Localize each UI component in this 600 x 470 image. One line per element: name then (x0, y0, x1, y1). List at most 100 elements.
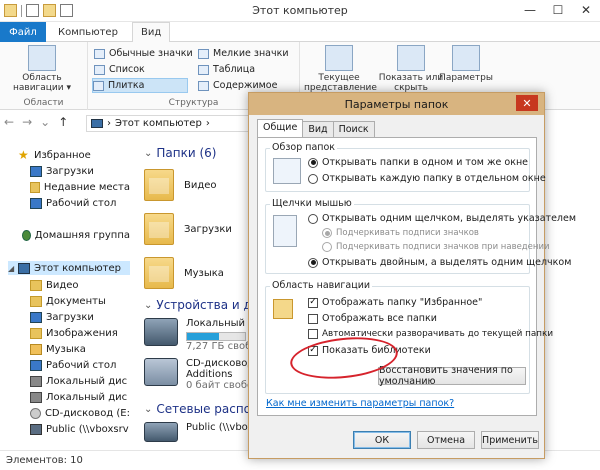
checkbox-auto-expand[interactable]: Автоматически разворачивать до текущей п… (308, 329, 553, 339)
radio-button[interactable] (308, 173, 318, 184)
ok-button[interactable]: ОК (353, 431, 411, 449)
nav-arrows: ← → ⌄ ↑ (4, 115, 68, 129)
video-folder-icon (144, 169, 174, 201)
radio-double-click[interactable]: Открывать двойным, а выделять одним щелч… (308, 257, 571, 268)
title-bar: Этот компьютер — ☐ ✕ (0, 0, 600, 22)
tab-search[interactable]: Поиск (332, 121, 375, 137)
tab-view-options[interactable]: Вид (302, 121, 334, 137)
show-hide-icon (397, 45, 425, 71)
ribbon-group-areas: Область навигации ▾ Области (0, 42, 88, 110)
address-input[interactable]: › Этот компьютер › (86, 115, 250, 132)
group-label-areas: Области (23, 98, 64, 108)
small-icons-icon (198, 48, 209, 59)
checkbox-show-all-folders[interactable]: Отображать все папки (308, 313, 437, 324)
nav-item-public-share[interactable]: Public (\\vboxsrv (30, 422, 130, 436)
radio-button (322, 228, 332, 238)
section-folders-header[interactable]: ⌄ Папки (6) (144, 146, 216, 160)
radio-new-window[interactable]: Открывать каждую папку в отдельном окне (308, 173, 546, 184)
cancel-button[interactable]: Отмена (417, 431, 475, 449)
star-icon: ★ (18, 148, 29, 162)
video-folder-icon (30, 279, 42, 291)
minimize-button[interactable]: — (516, 0, 544, 20)
drive-tile-cd[interactable]: CD-дисковод Additions 0 байт свобо (144, 358, 254, 391)
close-button[interactable]: ✕ (572, 0, 600, 20)
general-tab-panel: Обзор папок Открывать папки в одном и то… (257, 137, 576, 416)
checkbox[interactable] (308, 329, 318, 339)
checkbox[interactable]: ✓ (308, 297, 318, 308)
current-view-button[interactable]: Текущее представление (304, 45, 377, 93)
layout-large-icons[interactable]: Обычные значки (94, 46, 193, 61)
folder-options-dialog: Параметры папок ✕ Общие Вид Поиск Обзор … (248, 92, 576, 459)
radio-button (322, 242, 332, 252)
back-arrow-icon[interactable]: ← (4, 115, 14, 129)
this-pc-icon (18, 262, 31, 274)
nav-item-local-disk-c[interactable]: Локальный дис (30, 374, 130, 388)
expand-arrow-icon[interactable]: ◢ (8, 264, 14, 273)
up-arrow-icon[interactable]: ↑ (58, 115, 68, 129)
ribbon-tab-row: Файл Компьютер Вид (0, 22, 600, 43)
dialog-tabs: Общие Вид Поиск (257, 119, 375, 137)
collapse-chevron-icon[interactable]: ⌄ (144, 300, 152, 311)
nav-area-button[interactable]: Область навигации ▾ (10, 45, 74, 93)
large-icons-icon (94, 48, 105, 59)
downloads-icon (30, 165, 42, 177)
downloads-folder-icon (30, 311, 42, 323)
radio-button[interactable] (308, 257, 318, 268)
homegroup-icon (22, 229, 31, 241)
checkbox[interactable]: ✓ (308, 345, 318, 356)
local-disk-icon (30, 375, 42, 387)
checkbox[interactable] (308, 313, 318, 324)
options-button[interactable]: Параметры (434, 45, 498, 83)
navigation-pane: ★ Избранное Загрузки Недавние места Рабоч… (0, 140, 130, 450)
tab-general[interactable]: Общие (257, 119, 304, 137)
collapse-chevron-icon[interactable]: ⌄ (144, 404, 152, 415)
drive-usage-bar (186, 332, 246, 341)
nav-this-pc[interactable]: ◢ Этот компьютер (8, 261, 130, 275)
dialog-title: Параметры папок (344, 98, 449, 111)
cd-drive-icon (30, 407, 41, 419)
recent-chevron-icon[interactable]: ⌄ (40, 115, 50, 129)
radio-same-window[interactable]: Открывать папки в одном и том же окне (308, 157, 528, 168)
drive-label: Additions (186, 369, 233, 380)
details-icon (198, 64, 209, 75)
radio-button[interactable] (308, 213, 318, 224)
desktop-icon (30, 197, 42, 209)
cd-drive-icon (144, 358, 178, 386)
mouse-clicks-group: Щелчки мышью Открывать одним щелчком, вы… (265, 198, 576, 274)
window-title: Этот компьютер (252, 4, 348, 17)
tab-file[interactable]: Файл (0, 22, 46, 42)
dialog-close-button[interactable]: ✕ (516, 95, 538, 111)
nav-pane-icon (28, 45, 56, 71)
radio-button[interactable] (308, 157, 318, 168)
help-link[interactable]: Как мне изменить параметры папок? (266, 398, 454, 409)
pictures-folder-icon (30, 327, 42, 339)
tab-computer[interactable]: Компьютер (50, 22, 126, 42)
downloads-folder-icon (144, 213, 174, 245)
collapse-chevron-icon[interactable]: ⌄ (144, 148, 152, 159)
radio-single-click[interactable]: Открывать одним щелчком, выделять указат… (308, 213, 576, 224)
window-controls: — ☐ ✕ (516, 0, 600, 20)
restore-defaults-button[interactable]: Восстановить значения по умолчанию (378, 365, 526, 387)
layout-details[interactable]: Таблица (198, 62, 255, 77)
forward-arrow-icon[interactable]: → (22, 115, 32, 129)
address-chevron-end: › (205, 118, 210, 129)
drive-free-space: 0 байт свобо (186, 380, 254, 391)
nav-item-recent[interactable]: Недавние места (30, 180, 130, 194)
address-path: Этот компьютер (115, 118, 202, 129)
checkbox-show-libraries[interactable]: ✓ Показать библиотеки (308, 345, 431, 356)
nav-item-local-disk-d[interactable]: Локальный дис (30, 390, 130, 404)
maximize-button[interactable]: ☐ (544, 0, 572, 20)
drive-name: CD-дисковод (186, 358, 255, 369)
checkbox-show-favorites[interactable]: ✓ Отображать папку "Избранное" (308, 297, 482, 308)
layout-tiles[interactable]: Плитка (92, 78, 188, 93)
apply-button[interactable]: Применить (481, 431, 539, 449)
nav-homegroup[interactable]: Домашняя группа (22, 228, 130, 242)
layout-small-icons[interactable]: Мелкие значки (198, 46, 289, 61)
tab-view[interactable]: Вид (132, 22, 171, 43)
nav-area-label: Область навигации ▾ (13, 73, 71, 93)
share-tile-public[interactable]: Public (\\vboxsr (144, 422, 263, 442)
layout-content[interactable]: Содержимое (198, 78, 277, 93)
nav-favorites[interactable]: ★ Избранное (18, 148, 146, 162)
layout-list[interactable]: Список (94, 62, 145, 77)
nav-item-cd-drive[interactable]: CD-дисковод (E: (30, 406, 130, 420)
